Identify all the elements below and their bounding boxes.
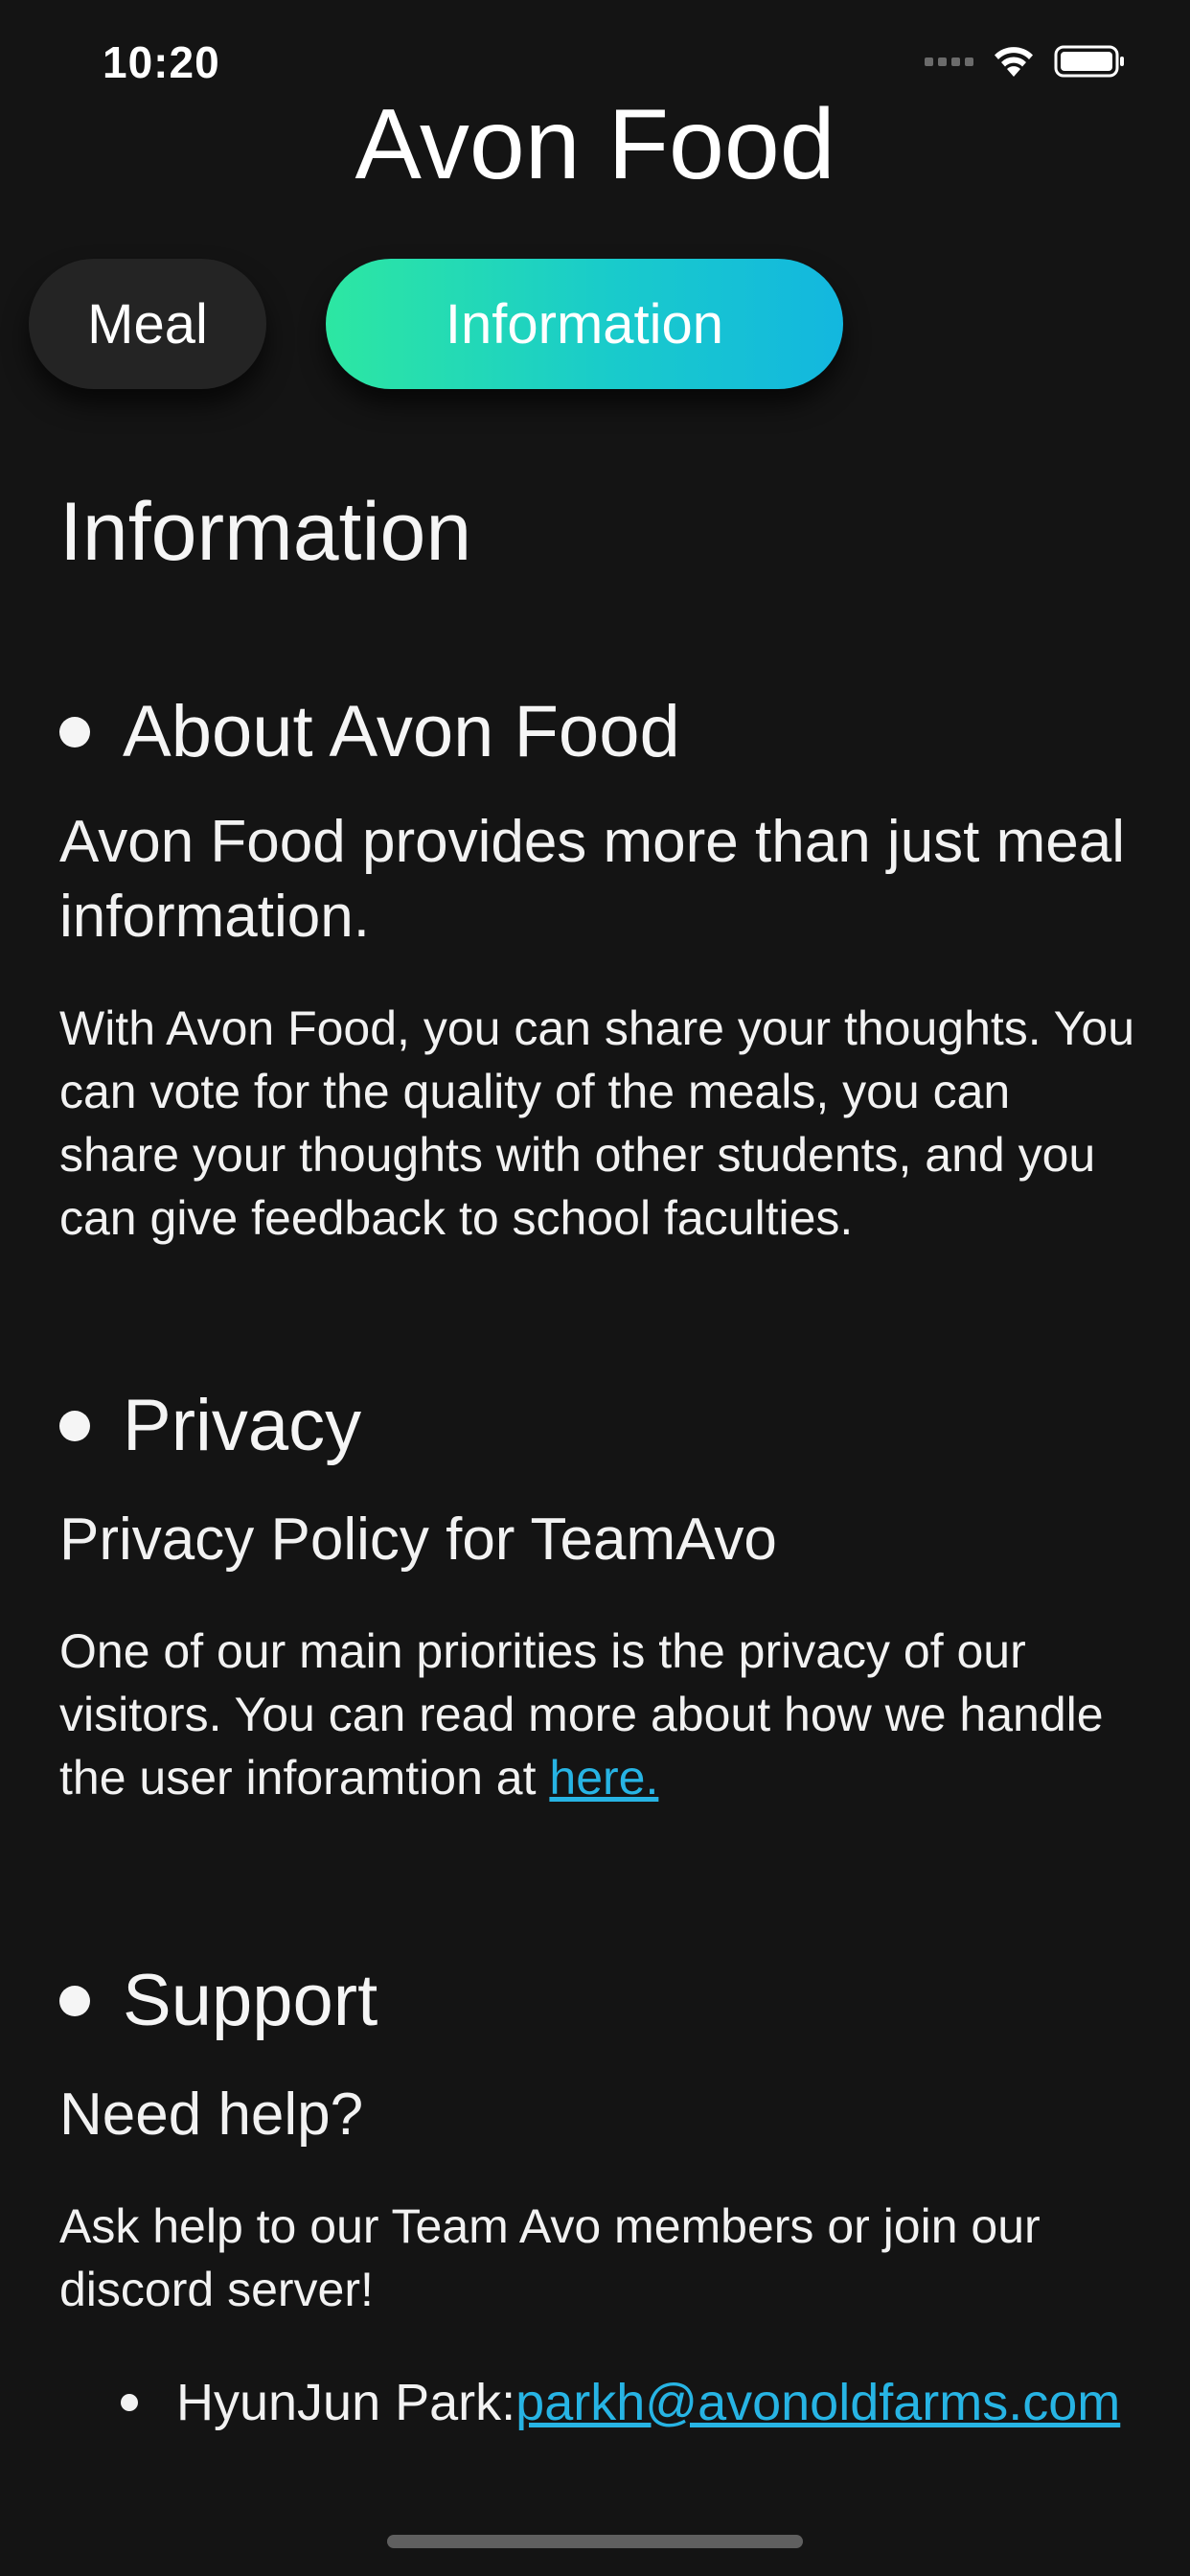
contact-name: HyunJun Park: — [176, 2374, 516, 2431]
section-title-privacy: Privacy — [123, 1385, 362, 1466]
bullet-icon — [59, 717, 90, 748]
battery-icon — [1054, 45, 1124, 78]
support-lead: Need help? — [59, 2082, 364, 2148]
section-title-about: About Avon Food — [123, 691, 680, 772]
information-content: Information About Avon Food Avon Food pr… — [59, 479, 1142, 2436]
wifi-icon — [995, 47, 1033, 77]
section-heading-privacy: Privacy — [59, 1378, 1142, 1474]
contact-email-link[interactable]: parkh@avonoldfarms.com — [515, 2369, 1120, 2436]
privacy-policy-link[interactable]: here. — [549, 1751, 658, 1805]
status-icons — [925, 44, 1127, 79]
section-title-support: Support — [123, 1960, 378, 2041]
tab-information[interactable]: Information — [326, 259, 843, 389]
privacy-lead: Privacy Policy for TeamAvo — [59, 1506, 777, 1573]
section-heading-support: Support — [59, 1953, 1142, 2049]
list-item: HyunJun Park: parkh@avonoldfarms.com — [59, 2369, 1142, 2436]
status-time: 10:20 — [103, 37, 220, 87]
page-heading: Information — [59, 486, 472, 578]
home-indicator[interactable] — [387, 2535, 803, 2548]
about-lead: Avon Food provides more than just meal i… — [59, 809, 1126, 950]
cellular-signal-icon — [925, 57, 973, 66]
bullet-icon — [59, 1986, 90, 2016]
about-body: With Avon Food, you can share your thoug… — [59, 1001, 1135, 1245]
contact-list: HyunJun Park: parkh@avonoldfarms.com — [59, 2369, 1142, 2436]
tab-meal[interactable]: Meal — [29, 259, 266, 389]
bullet-icon — [59, 1411, 90, 1441]
support-body: Ask help to our Team Avo members or join… — [59, 2199, 1041, 2316]
app-title: Avon Food — [355, 89, 835, 200]
privacy-body: One of our main priorities is the privac… — [59, 1620, 1142, 1809]
section-heading-about: About Avon Food — [59, 684, 1142, 780]
bullet-icon — [121, 2394, 138, 2411]
